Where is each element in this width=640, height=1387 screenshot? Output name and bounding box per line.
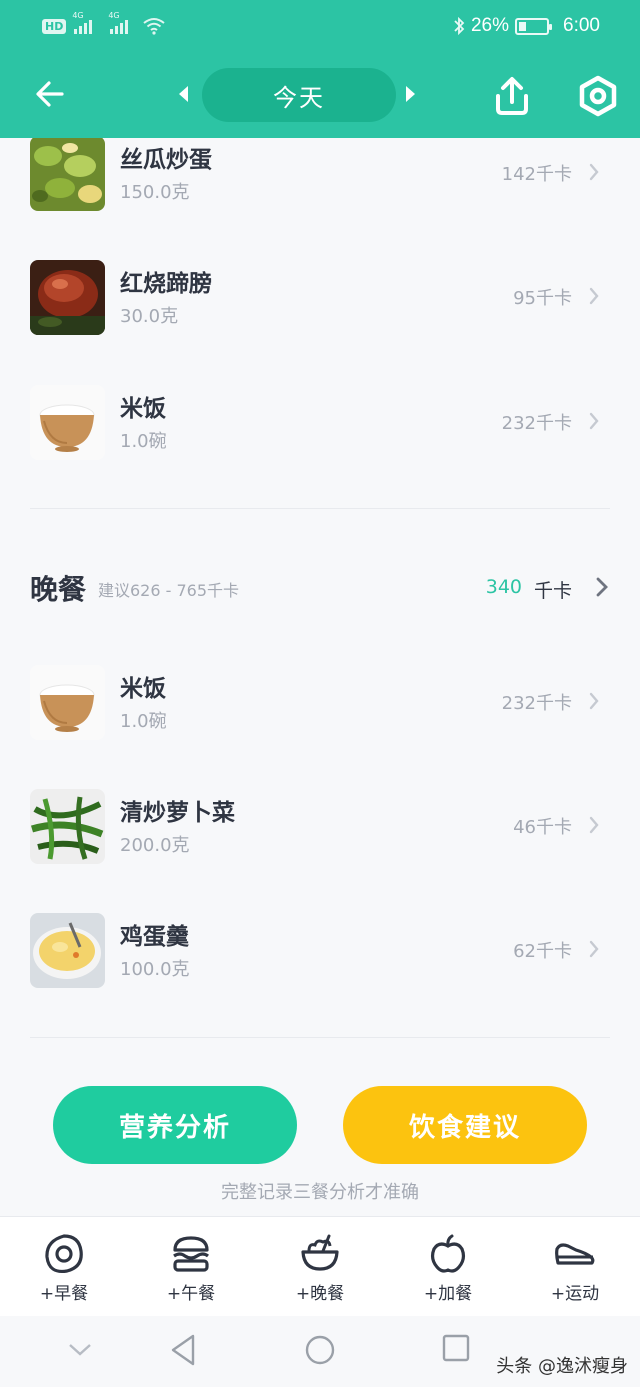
- food-calories: 62千卡: [513, 941, 572, 962]
- date-selector[interactable]: 今天: [202, 68, 396, 122]
- date-label: 今天: [273, 83, 325, 112]
- food-item[interactable]: 米饭 1.0碗 232千卡: [0, 665, 640, 765]
- tab-label: +加餐: [423, 1284, 473, 1304]
- status-right: 26% 6:00: [453, 12, 600, 40]
- food-quantity: 1.0碗: [120, 431, 167, 452]
- food-image: [30, 789, 105, 864]
- food-image: [30, 665, 105, 740]
- back-button[interactable]: [30, 74, 70, 114]
- hd-badge: HD: [42, 18, 67, 34]
- food-calories: 232千卡: [501, 693, 572, 714]
- chevron-right-icon: [589, 412, 599, 430]
- food-item[interactable]: 丝瓜炒蛋 150.0克 142千卡: [0, 138, 640, 236]
- nutrition-analysis-button[interactable]: 营养分析: [53, 1086, 297, 1164]
- food-image: [30, 385, 105, 460]
- meal-calories: 340: [485, 576, 522, 598]
- hint-text: 完整记录三餐分析才准确: [221, 1182, 419, 1203]
- chevron-right-icon: [589, 816, 599, 834]
- food-quantity: 30.0克: [120, 306, 179, 327]
- network-type-label: 4G: [72, 11, 84, 20]
- signal-icon: 4G: [108, 11, 129, 34]
- top-header: HD 4G 4G 26% 6:00 今天: [0, 0, 640, 138]
- tab-label: +运动: [550, 1284, 600, 1304]
- egg-icon: [45, 1234, 83, 1274]
- chevron-right-icon: [589, 692, 599, 710]
- hexagon-settings-icon: [579, 75, 617, 117]
- food-image: [30, 260, 105, 335]
- food-item[interactable]: 清炒萝卜菜 200.0克 46千卡: [0, 789, 640, 889]
- food-calories: 95千卡: [513, 288, 572, 309]
- tab-add-exercise[interactable]: +运动: [530, 1231, 620, 1307]
- tab-label: +晚餐: [295, 1284, 345, 1304]
- settings-button[interactable]: [576, 74, 620, 118]
- food-name: 丝瓜炒蛋: [120, 147, 212, 173]
- chevron-right-icon: [589, 940, 599, 958]
- food-item[interactable]: 米饭 1.0碗 232千卡: [0, 385, 640, 485]
- watermark: 头条 @逸沭瘦身: [496, 1356, 628, 1377]
- bottom-tab-bar: +早餐 +午餐 +晚餐 +加餐 +运动: [0, 1216, 640, 1316]
- food-calories: 142千卡: [501, 164, 572, 185]
- food-log: 丝瓜炒蛋 150.0克 142千卡 红烧蹄膀 30.0克 95千卡 米饭 1.0…: [0, 138, 640, 1216]
- food-name: 米饭: [120, 396, 166, 422]
- diet-advice-button[interactable]: 饮食建议: [343, 1086, 587, 1164]
- chevron-right-icon: [596, 577, 608, 597]
- chevron-right-icon: [589, 287, 599, 305]
- nav-recents-icon[interactable]: [442, 1334, 470, 1362]
- status-left: HD 4G 4G: [42, 11, 166, 38]
- food-item[interactable]: 鸡蛋羹 100.0克 62千卡: [0, 913, 640, 1013]
- chevron-down-icon[interactable]: [68, 1342, 92, 1358]
- tab-add-dinner[interactable]: +晚餐: [275, 1231, 365, 1307]
- network-type-label: 4G: [108, 11, 120, 20]
- bluetooth-icon: [454, 16, 465, 36]
- food-calories: 232千卡: [501, 413, 572, 434]
- clock: 6:00: [563, 15, 600, 36]
- food-item[interactable]: 红烧蹄膀 30.0克 95千卡: [0, 260, 640, 360]
- signal-icon: 4G: [72, 11, 93, 34]
- meal-title: 晚餐: [30, 573, 87, 606]
- divider: [30, 1037, 610, 1038]
- meal-suggestion: 建议626 - 765千卡: [98, 581, 240, 600]
- food-quantity: 1.0碗: [120, 711, 167, 732]
- burger-icon: [173, 1236, 209, 1272]
- caret-left-icon[interactable]: [176, 84, 192, 104]
- food-quantity: 150.0克: [120, 182, 190, 203]
- chevron-right-icon: [589, 163, 599, 181]
- meal-calories-unit: 千卡: [533, 580, 572, 602]
- nav-back-icon[interactable]: [170, 1334, 196, 1366]
- share-upload-icon: [496, 77, 528, 115]
- tab-label: +早餐: [39, 1284, 89, 1304]
- nav-home-icon[interactable]: [304, 1334, 336, 1366]
- meal-header-dinner[interactable]: 晚餐 建议626 - 765千卡 340 千卡: [0, 564, 640, 614]
- nav-bar: 今天: [0, 62, 640, 128]
- status-bar: HD 4G 4G 26% 6:00: [0, 0, 640, 52]
- apple-icon: [430, 1234, 466, 1273]
- bowl-icon: [301, 1234, 339, 1271]
- arrow-left-icon: [36, 81, 64, 107]
- battery-percent: 26%: [470, 15, 510, 36]
- food-image: [30, 913, 105, 988]
- battery-icon: [515, 17, 553, 35]
- food-quantity: 200.0克: [120, 835, 190, 856]
- battery-fill: [519, 21, 526, 31]
- food-name: 清炒萝卜菜: [120, 800, 235, 826]
- divider: [30, 508, 610, 509]
- food-name: 鸡蛋羹: [120, 924, 189, 950]
- wifi-icon: [143, 18, 165, 35]
- food-image: [30, 138, 105, 211]
- food-quantity: 100.0克: [120, 959, 190, 980]
- food-calories: 46千卡: [513, 817, 572, 838]
- share-button[interactable]: [490, 74, 534, 118]
- tab-label: +午餐: [166, 1284, 216, 1304]
- tab-add-lunch[interactable]: +午餐: [146, 1231, 236, 1307]
- food-name: 红烧蹄膀: [120, 271, 212, 297]
- caret-right-icon[interactable]: [402, 84, 418, 104]
- sneaker-icon: [555, 1243, 595, 1265]
- tab-add-breakfast[interactable]: +早餐: [19, 1231, 109, 1307]
- food-name: 米饭: [120, 676, 166, 702]
- tab-add-snack[interactable]: +加餐: [403, 1231, 493, 1307]
